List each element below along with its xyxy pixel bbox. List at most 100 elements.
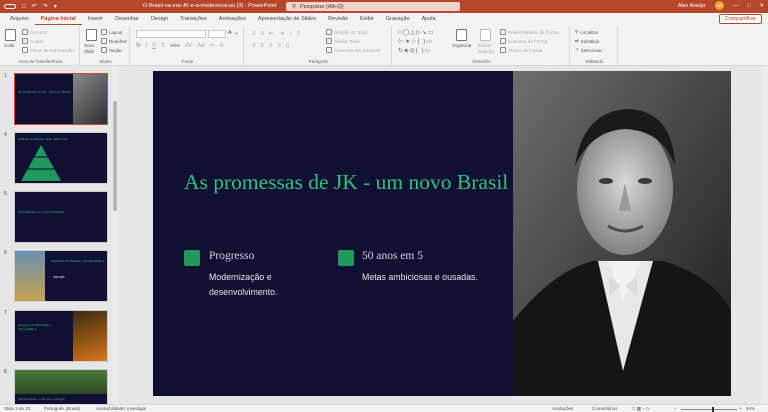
text-direction-button[interactable]: Direção do Texto xyxy=(326,29,368,35)
thumbnail-image[interactable]: Investimentos no setor industrial xyxy=(14,191,108,243)
shadow-icon[interactable]: S xyxy=(161,43,165,49)
bullets-icon[interactable]: ≡ xyxy=(252,31,256,37)
redo-icon[interactable]: ↷ xyxy=(43,3,48,10)
customize-qat-icon[interactable]: ▾ xyxy=(54,3,57,10)
thumbnail-image[interactable]: As promessas de JK - um novo Brasil xyxy=(14,73,108,125)
slide-title[interactable]: As promessas de JK - um novo Brasil xyxy=(184,167,514,197)
tab-exibir[interactable]: Exibir xyxy=(354,13,380,25)
tab-arquivo[interactable]: Arquivo xyxy=(4,13,35,25)
bullet-text-1[interactable]: Modernização e desenvolvimento. xyxy=(209,270,319,300)
grow-font-icon[interactable]: A xyxy=(228,30,232,36)
view-buttons[interactable]: □▦▫▷ xyxy=(632,406,652,412)
tab-desenhar[interactable]: Desenhar xyxy=(109,13,145,25)
maximize-icon[interactable]: □ xyxy=(747,3,750,9)
zoom-out-icon[interactable]: – xyxy=(674,406,677,411)
shape-fill-button[interactable]: Preenchimento da Forma xyxy=(500,29,559,35)
new-slide-icon[interactable] xyxy=(86,29,97,41)
accessibility-indicator[interactable]: Acessibilidade: investigar xyxy=(96,406,147,411)
underline-icon[interactable]: S xyxy=(152,43,156,49)
reset-button[interactable]: Redefinir xyxy=(101,38,127,44)
tab-gravacao[interactable]: Gravação xyxy=(380,13,416,25)
save-icon[interactable]: □ xyxy=(22,4,26,10)
tab-design[interactable]: Design xyxy=(145,13,174,25)
user-name[interactable]: Alex Araújo xyxy=(678,3,706,9)
notes-button[interactable]: Anotações xyxy=(552,406,573,411)
columns-icon[interactable]: ▯ xyxy=(297,30,300,37)
shrink-font-icon[interactable]: A xyxy=(235,31,238,36)
comments-button[interactable]: Comentários xyxy=(592,406,618,411)
arrange-button[interactable]: Organizar xyxy=(452,43,472,48)
font-color-icon[interactable]: A xyxy=(220,43,224,49)
shape-effects-button[interactable]: Efeitos de Forma xyxy=(500,47,542,53)
new-slide-label-1[interactable]: Novo xyxy=(84,43,95,48)
columns-2-icon[interactable]: ▯ xyxy=(286,42,289,49)
zoom-slider-knob[interactable] xyxy=(712,407,714,412)
shapes-gallery[interactable]: □◯△▷↘▭ xyxy=(398,29,434,36)
paste-icon[interactable] xyxy=(5,29,16,41)
arrange-icon[interactable] xyxy=(456,29,467,41)
zoom-level[interactable]: 94% xyxy=(746,406,755,411)
search-input[interactable]: ⚲ Pesquisar (Alt+Q) xyxy=(286,2,460,11)
thumbnail-image[interactable]: Avanços na siderurgia e petroquímica xyxy=(14,310,108,362)
section-button[interactable]: Seção xyxy=(101,47,122,53)
thumbnail-image[interactable]: Expansão da indústria automobilística 30… xyxy=(14,250,108,302)
zoom-slider[interactable] xyxy=(681,409,737,410)
cut-button[interactable]: Recortar xyxy=(22,29,47,35)
avatar[interactable]: AA xyxy=(714,1,724,10)
bullet-heading-2[interactable]: 50 anos em 5 xyxy=(362,250,423,262)
copy-button[interactable]: Copiar xyxy=(22,38,43,44)
close-icon[interactable]: ✕ xyxy=(759,3,764,9)
autosave-toggle[interactable] xyxy=(4,4,16,9)
select-button[interactable]: ↗ Selecionar xyxy=(575,47,602,53)
case-icon[interactable]: Aa xyxy=(197,43,204,49)
tab-transicoes[interactable]: Transições xyxy=(174,13,213,25)
shapes-gallery-row-3[interactable]: ↻◈◎( )▭ xyxy=(398,47,431,54)
minimize-icon[interactable]: — xyxy=(733,3,739,9)
numbering-icon[interactable]: ≡ xyxy=(261,31,265,37)
undo-icon[interactable]: ↶ xyxy=(32,3,37,10)
quick-styles-label-2[interactable]: Rápidos xyxy=(478,49,495,54)
layout-button[interactable]: Layout xyxy=(101,29,123,35)
increase-indent-icon[interactable]: ⇥ xyxy=(279,30,284,37)
align-center-icon[interactable]: ≡ xyxy=(261,43,265,49)
italic-icon[interactable]: I xyxy=(145,43,147,49)
current-slide[interactable]: As promessas de JK - um novo Brasil Prog… xyxy=(153,71,731,396)
spacing-icon[interactable]: AV xyxy=(185,43,193,49)
replace-button[interactable]: ⇄ Substituir xyxy=(575,38,600,44)
tab-revisao[interactable]: Revisão xyxy=(322,13,354,25)
tab-inserir[interactable]: Inserir xyxy=(82,13,109,25)
strikethrough-icon[interactable]: abc xyxy=(170,43,180,49)
canvas-scrollbar[interactable] xyxy=(761,66,768,404)
language-indicator[interactable]: Português (Brasil) xyxy=(44,406,80,411)
font-size-field[interactable] xyxy=(208,30,226,38)
format-painter-button[interactable]: Pincel de Formatação xyxy=(22,47,74,53)
font-family-field[interactable] xyxy=(136,30,206,38)
new-slide-label-2[interactable]: Slide xyxy=(84,49,94,54)
shape-outline-button[interactable]: Contorno da Forma xyxy=(500,38,547,44)
bullet-text-2[interactable]: Metas ambiciosas e ousadas. xyxy=(362,270,512,285)
highlight-icon[interactable]: ✏ xyxy=(210,42,215,49)
align-text-button[interactable]: Alinhar Texto xyxy=(326,38,360,44)
quick-styles-label-1[interactable]: Estilos xyxy=(478,43,491,48)
tab-apresentacao[interactable]: Apresentação de Slides xyxy=(252,13,322,25)
bold-icon[interactable]: N xyxy=(136,43,140,49)
zoom-in-icon[interactable]: + xyxy=(739,406,742,411)
find-button[interactable]: ⚲ Localizar xyxy=(575,29,598,35)
tab-ajuda[interactable]: Ajuda xyxy=(416,13,442,25)
bullet-heading-1[interactable]: Progresso xyxy=(209,250,254,262)
thumbnail-image[interactable]: O Plano de Metas: visão ambiciosa xyxy=(14,132,108,184)
thumbnail-image[interactable]: Infraestrutura: rodovias e energia xyxy=(14,369,108,404)
share-button[interactable]: Compartilhar xyxy=(718,14,762,24)
align-left-icon[interactable]: ≡ xyxy=(252,43,256,49)
justify-icon[interactable]: ≡ xyxy=(278,43,282,49)
smartart-button[interactable]: Converter em SmartArt xyxy=(326,47,380,53)
tab-pagina-inicial[interactable]: Página Inicial xyxy=(34,13,82,25)
quick-styles-icon[interactable] xyxy=(480,29,491,41)
portrait-photo[interactable] xyxy=(513,71,731,396)
shapes-gallery-row-2[interactable]: ◊◦➤☆{ }▭ xyxy=(398,38,433,45)
thumbnail-scroll-thumb[interactable] xyxy=(113,101,117,211)
align-right-icon[interactable]: ≡ xyxy=(269,43,273,49)
decrease-indent-icon[interactable]: ⇤ xyxy=(269,30,274,37)
tab-animacoes[interactable]: Animações xyxy=(213,13,252,25)
line-spacing-icon[interactable]: ↕ xyxy=(289,31,292,37)
